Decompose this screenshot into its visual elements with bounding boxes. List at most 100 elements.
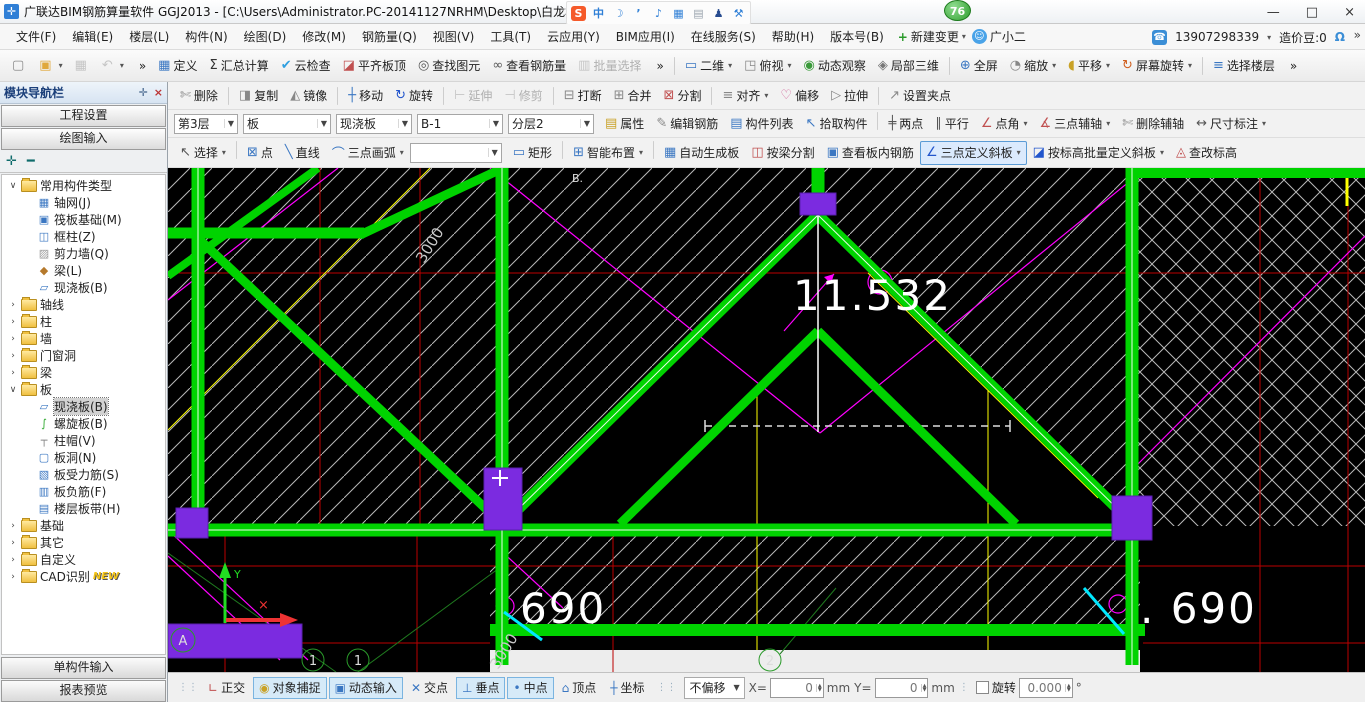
stretch-button[interactable]: ▷ 拉伸 ▾ — [825, 84, 874, 108]
tree-folder-custom[interactable]: › 自定义 — [2, 551, 165, 568]
tree-item-cast-slab-selected[interactable]: ▱ 现浇板(B) — [2, 398, 165, 415]
close-button[interactable]: × — [1344, 5, 1355, 20]
tree-item-raft-foundation[interactable]: ▣ 筏板基础(M) — [2, 211, 165, 228]
menu-item[interactable]: 帮助(H) — [764, 27, 822, 47]
menu-item[interactable]: 编辑(E) — [64, 27, 121, 47]
view-slab-rebar-button[interactable]: ▣ 查看板内钢筋 ▾ — [821, 141, 920, 165]
tree-folder-cad-recognition[interactable]: › CAD识别 NEW — [2, 568, 165, 585]
menu-item[interactable]: BIM应用(I) — [608, 27, 683, 47]
tree-arrow-icon[interactable]: › — [8, 555, 18, 565]
align-button[interactable]: ≡ 对齐 ▾ — [716, 84, 774, 108]
rectangle-tool-button[interactable]: ▭ 矩形 ▾ — [507, 141, 558, 165]
tree-folder-wall[interactable]: › 墙 — [2, 330, 165, 347]
ortho-toggle[interactable]: ∟ 正交 — [202, 677, 251, 699]
orbit-button[interactable]: ◉ 动态观察 ▾ — [797, 54, 871, 78]
toolbar-item[interactable]: ▾ — [1202, 57, 1203, 75]
batch-select-button[interactable]: ▥ 批量选择 ▾ — [572, 54, 647, 78]
component-select[interactable]: B-1 ▼ — [417, 114, 503, 134]
point-angle-button[interactable]: ∠ 点角 ▾ — [975, 112, 1034, 136]
spinner-arrows[interactable]: ▲▼ — [816, 684, 823, 692]
perpendicular-snap-toggle[interactable]: ⊥ 垂点 — [456, 677, 505, 699]
assistant-button[interactable]: ☺ 广小二 — [972, 28, 1026, 45]
define-button[interactable]: ▦ 定义 ▾ — [152, 54, 203, 78]
three-point-define-sloped-slab-button[interactable]: ∠ 三点定义斜板 ▾ — [920, 141, 1027, 165]
screen-rotate-button[interactable]: ↻ 屏幕旋转 ▾ — [1116, 54, 1198, 78]
collapse-all-icon[interactable]: ━ — [27, 154, 35, 169]
draw-input-button[interactable]: 绘图输入 — [1, 128, 166, 150]
rotate-button[interactable]: ↻ 旋转 ▾ — [389, 84, 439, 108]
minimize-button[interactable]: — — [1267, 5, 1280, 20]
tree-item-frame-column[interactable]: ◫ 框柱(Z) — [2, 228, 165, 245]
local-3d-button[interactable]: ◈ 局部三维 ▾ — [872, 54, 945, 78]
restore-button[interactable]: □ — [1306, 5, 1318, 20]
auto-generate-slab-button[interactable]: ▦ 自动生成板 ▾ — [658, 141, 745, 165]
toolbar-item[interactable]: ▾ — [562, 141, 563, 159]
menu-item[interactable]: 构件(N) — [177, 27, 235, 47]
parallel-button[interactable]: ∥ 平行 ▾ — [929, 112, 975, 136]
spinner-arrows[interactable]: ▲▼ — [1065, 684, 1072, 692]
midpoint-snap-toggle[interactable]: • 中点 — [507, 677, 553, 699]
new-change-button[interactable]: + 新建变更 ▾ — [898, 28, 966, 45]
skin-icon[interactable]: ♟ — [711, 6, 726, 21]
vertex-snap-toggle[interactable]: ⌂ 顶点 — [556, 677, 603, 699]
night-mode-icon[interactable]: ☽ — [611, 6, 626, 21]
tree-item-slab-hole[interactable]: ▢ 板洞(N) — [2, 449, 165, 466]
new-file-button[interactable]: ▢ ▾ — [6, 54, 33, 78]
top-view-button[interactable]: ◳ 俯视 ▾ — [738, 54, 797, 78]
point-tool-button[interactable]: ⊠ 点 ▾ — [241, 141, 279, 165]
tree-item-cast-slab[interactable]: ▱ 现浇板(B) — [2, 279, 165, 296]
tree-folder-common-types[interactable]: ∨ 常用构件类型 — [2, 177, 165, 194]
tree-arrow-icon[interactable]: › — [8, 572, 18, 582]
select-tool-button[interactable]: ↖ 选择 ▾ — [174, 141, 232, 165]
three-point-arc-button[interactable]: ⌒ 三点画弧 ▾ — [326, 141, 410, 165]
overflow-button[interactable]: » ▾ — [130, 54, 152, 78]
menu-item[interactable]: 绘图(D) — [236, 27, 295, 47]
view-2d-button[interactable]: ▭ 二维 ▾ — [679, 54, 738, 78]
toolbox-icon[interactable]: ⚒ — [731, 6, 746, 21]
summary-calc-button[interactable]: Σ 汇总计算 ▾ — [203, 54, 274, 78]
menu-item[interactable]: 钢筋量(Q) — [354, 27, 425, 47]
dimension-button[interactable]: ↔ 尺寸标注 ▾ — [1190, 112, 1272, 136]
project-settings-button[interactable]: 工程设置 — [1, 105, 166, 127]
subtype-select[interactable]: 现浇板 ▼ — [336, 114, 412, 134]
cloud-check-button[interactable]: ✔ 云检查 ▾ — [275, 54, 337, 78]
chevron-down-icon[interactable]: ▾ — [1267, 33, 1271, 42]
tree-folder-slab[interactable]: ∨ 板 — [2, 381, 165, 398]
cad-drawing[interactable]: Y × 1 1 2 A 11.532 690 . 690 B. 3000 300… — [168, 168, 1365, 672]
tree-folder-openings[interactable]: › 门窗洞 — [2, 347, 165, 364]
object-snap-toggle[interactable]: ◉ 对象捕捉 — [253, 677, 327, 699]
bell-icon[interactable]: Ω — [1335, 30, 1345, 44]
menu-item[interactable]: 云应用(Y) — [539, 27, 608, 47]
toolbar-item[interactable]: ▾ — [674, 57, 675, 75]
y-coordinate-input[interactable]: 0 ▲▼ — [875, 678, 929, 698]
tree-folder-column[interactable]: › 柱 — [2, 313, 165, 330]
undo-button[interactable]: ↶ ▾ — [96, 54, 130, 78]
pick-component-button[interactable]: ↖ 拾取构件 ▾ — [800, 112, 874, 136]
view-rebar-button[interactable]: ∞ 查看钢筋量 ▾ — [486, 54, 572, 78]
tree-item-slab-negative-rebar[interactable]: ▥ 板负筋(F) — [2, 483, 165, 500]
open-file-button[interactable]: ▣ ▾ — [33, 54, 68, 78]
toolbar-item[interactable]: ▾ — [877, 112, 878, 130]
tree-arrow-icon[interactable]: › — [8, 300, 18, 310]
delete-button[interactable]: ✄ 删除 ▾ — [174, 84, 224, 108]
zoom-button[interactable]: ◔ 缩放 ▾ — [1004, 54, 1062, 78]
component-list-button[interactable]: ▤ 构件列表 ▾ — [724, 112, 799, 136]
rotate-checkbox[interactable] — [976, 681, 989, 694]
edit-rebar-button[interactable]: ✎ 编辑钢筋 ▾ — [650, 112, 724, 136]
menu-item[interactable]: 工具(T) — [482, 27, 539, 47]
toolbar-item[interactable]: ▾ — [236, 141, 237, 159]
mic-icon[interactable]: ♪ — [651, 6, 666, 21]
overflow-button[interactable]: » ▾ — [1281, 54, 1303, 78]
trim-button[interactable]: ⊣ 修剪 ▾ — [498, 84, 548, 108]
tree-folder-other[interactable]: › 其它 — [2, 534, 165, 551]
tree-item-beam[interactable]: ◆ 梁(L) — [2, 262, 165, 279]
smart-layout-button[interactable]: ⊞ 智能布置 ▾ — [567, 141, 649, 165]
toolbar-item[interactable]: ▾ — [443, 87, 444, 105]
set-grip-button[interactable]: ↗ 设置夹点 ▾ — [883, 84, 957, 108]
toolbar-item[interactable]: ▾ — [711, 87, 712, 105]
offset-select[interactable]: 不偏移 ▼ — [684, 677, 744, 699]
soft-keyboard-icon[interactable]: ▦ — [671, 6, 686, 21]
check-edit-elevation-button[interactable]: ◬ 查改标高 ▾ — [1170, 141, 1243, 165]
menu-item[interactable]: 文件(F) — [8, 27, 64, 47]
break-button[interactable]: ⊟ 打断 ▾ — [558, 84, 608, 108]
